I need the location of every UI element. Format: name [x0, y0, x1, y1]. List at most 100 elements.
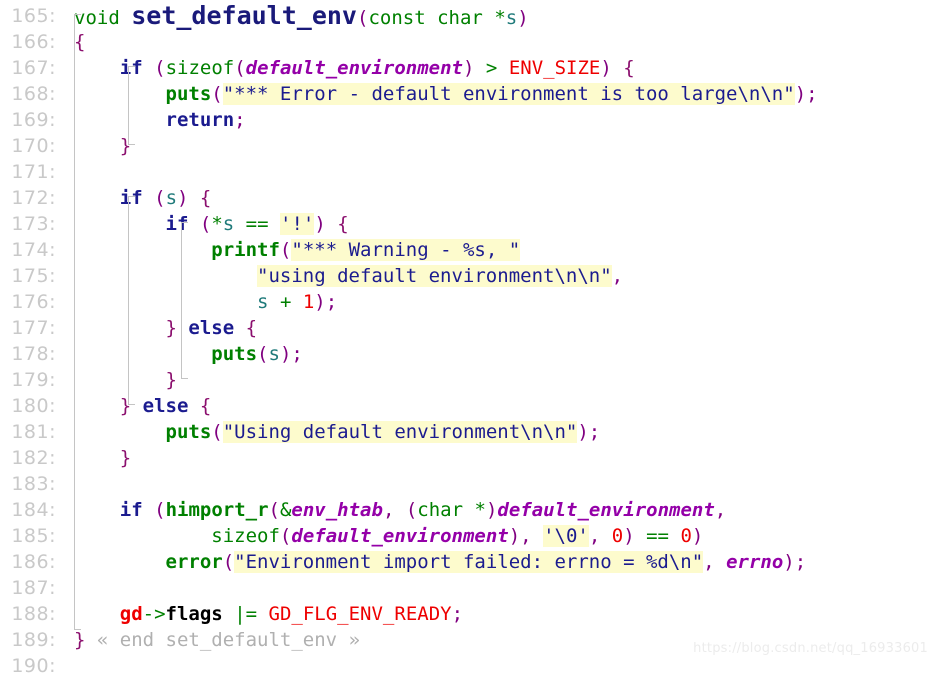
line-number: 181:: [11, 421, 56, 443]
code-line[interactable]: 175: "using default environment\n\n",: [0, 263, 936, 289]
code-token: void: [74, 7, 120, 29]
code-token: (: [211, 83, 223, 105]
code-line-content: {: [56, 29, 85, 55]
code-token: }: [119, 447, 132, 469]
line-number: 165:: [11, 5, 56, 27]
line-number: 171:: [11, 161, 56, 183]
code-line[interactable]: 167: if (sizeof(default_environment) > E…: [0, 55, 936, 81]
line-number: 187:: [11, 577, 56, 599]
code-line-content: return;: [56, 107, 246, 133]
code-token: return: [165, 109, 235, 131]
code-token: (: [234, 57, 246, 79]
line-number: 179:: [11, 369, 56, 391]
line-number: 190:: [11, 655, 56, 677]
code-token: char: [437, 7, 483, 29]
line-number: 166:: [11, 31, 56, 53]
code-line[interactable]: 183:: [0, 471, 936, 497]
code-token: if: [119, 57, 143, 79]
code-line[interactable]: 174: printf("*** Warning - %s, ": [0, 237, 936, 263]
code-token: (: [257, 343, 269, 365]
code-token: ): [794, 83, 807, 105]
code-line-content: puts("*** Error - default environment is…: [56, 81, 818, 107]
code-line[interactable]: 169: return;: [0, 107, 936, 133]
code-token: « end set_default_env »: [96, 629, 361, 651]
if-s-guide[interactable]: [128, 196, 129, 404]
code-token: ==: [245, 213, 269, 235]
code-token: ): [691, 525, 704, 547]
code-token: &: [279, 499, 292, 521]
line-number: 183:: [11, 473, 56, 495]
function-body-guide-start-tick: [74, 14, 81, 15]
code-token: *: [474, 499, 486, 521]
code-token: ): [600, 57, 612, 79]
function-body-guide[interactable]: [74, 14, 75, 629]
code-token: '\0': [543, 525, 589, 547]
code-line[interactable]: 181: puts("Using default environment\n\n…: [0, 419, 936, 445]
code-line[interactable]: 165: void set_default_env(const char *s): [0, 3, 936, 30]
code-token: ): [783, 551, 795, 573]
code-token: puts: [165, 83, 212, 105]
code-line[interactable]: 166: {: [0, 29, 936, 55]
code-editor-view[interactable]: 165: void set_default_env(const char *s) 1…: [0, 0, 936, 678]
code-line[interactable]: 185: sizeof(default_environment), '\0', …: [0, 523, 936, 549]
code-token: '!': [280, 213, 315, 235]
code-line-content: "using default environment\n\n",: [56, 263, 623, 289]
code-line[interactable]: 177: } else {: [0, 315, 936, 341]
code-line[interactable]: 178: puts(s);: [0, 341, 936, 367]
code-line[interactable]: 172: if (s) {: [0, 185, 936, 211]
code-line[interactable]: 190:: [0, 653, 936, 678]
code-token: printf: [211, 239, 280, 261]
code-token: if: [119, 499, 143, 521]
code-line[interactable]: 176: s + 1);: [0, 289, 936, 315]
code-token: ,: [703, 551, 715, 573]
line-number: 186:: [11, 551, 56, 573]
line-number: 174:: [11, 239, 56, 261]
if-bang-guide[interactable]: [181, 222, 182, 378]
code-line[interactable]: 186: error("Environment import failed: e…: [0, 549, 936, 575]
code-token: (: [405, 499, 418, 521]
code-token: default_environment: [245, 57, 463, 79]
watermark-text: https://blog.csdn.net/qq_16933601: [693, 641, 928, 656]
code-line[interactable]: 171:: [0, 159, 936, 185]
code-line[interactable]: 168: puts("*** Error - default environme…: [0, 81, 936, 107]
code-line[interactable]: 187:: [0, 575, 936, 601]
code-token: (: [199, 213, 212, 235]
code-lines-container: 165: void set_default_env(const char *s) 1…: [0, 0, 936, 678]
code-line[interactable]: 188: gd->flags |= GD_FLG_ENV_READY;: [0, 601, 936, 627]
line-number: 168:: [11, 83, 56, 105]
code-line[interactable]: 170: }: [0, 133, 936, 159]
code-token: ): [314, 213, 326, 235]
code-token: ): [485, 499, 498, 521]
code-token: s: [165, 187, 178, 209]
code-token: (: [279, 239, 292, 261]
if-s-guide-end-tick: [128, 404, 135, 405]
code-line[interactable]: 173: if (*s == '!') {: [0, 211, 936, 237]
code-token: }: [165, 317, 177, 339]
code-line[interactable]: 180: } else {: [0, 393, 936, 419]
code-line[interactable]: 184: if (himport_r(&env_htab, (char *)de…: [0, 497, 936, 523]
code-token: ): [508, 525, 521, 547]
code-line[interactable]: 182: }: [0, 445, 936, 471]
code-line-content: puts("Using default environment\n\n");: [56, 419, 600, 445]
code-token: sizeof: [165, 57, 235, 79]
if-env-size-guide[interactable]: [128, 66, 129, 144]
line-number: 185:: [11, 525, 56, 547]
code-line[interactable]: 179: }: [0, 367, 936, 393]
